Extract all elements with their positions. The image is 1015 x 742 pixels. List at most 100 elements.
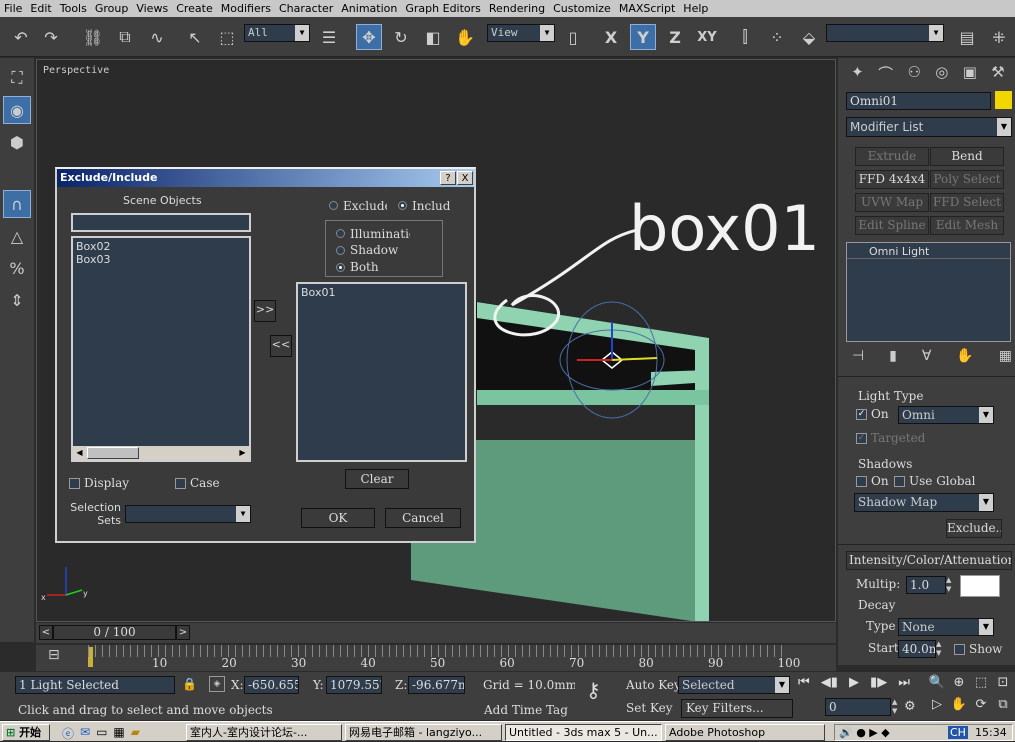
close-button[interactable]: X — [457, 171, 473, 185]
region-select-icon[interactable]: ⬚ — [214, 24, 240, 50]
x-coordinate-field[interactable]: -650.655 — [244, 676, 299, 694]
hierarchy-tab-icon[interactable]: ⚇ — [907, 63, 920, 85]
create-tab-icon[interactable]: ✦ — [851, 63, 864, 85]
angle-snap-icon[interactable]: △ — [3, 222, 31, 250]
array-icon[interactable]: ⁘ — [764, 24, 790, 50]
clock[interactable]: 15:34 — [975, 726, 1007, 739]
horizontal-scrollbar[interactable]: ◀ ▶ — [73, 446, 249, 460]
desktop-icon[interactable]: ▭ — [96, 725, 107, 741]
box-icon[interactable]: ⬢ — [3, 128, 31, 156]
frame-spinner[interactable]: ▲ ▼ — [892, 698, 901, 716]
percent-snap-icon[interactable]: % — [3, 254, 31, 282]
snap-2-5-icon[interactable]: ∩ — [3, 190, 31, 218]
selection-sets-dropdown[interactable]: ▼ — [125, 505, 251, 523]
select-by-name-icon[interactable]: ☰ — [316, 24, 342, 50]
decay-type-dropdown[interactable]: None ▼ — [898, 618, 994, 636]
named-selection-dropdown[interactable]: ▼ — [826, 24, 944, 42]
mod-button-extrude[interactable]: Extrude — [855, 147, 929, 166]
mod-button-bend[interactable]: Bend — [930, 147, 1004, 166]
transform-mode-icon[interactable]: ◈ — [209, 676, 225, 692]
axis-z-button[interactable]: Z — [662, 24, 688, 50]
clear-button[interactable]: Clear — [345, 469, 409, 489]
zoom-all-icon[interactable]: ⊕ — [948, 675, 970, 697]
arc-rotate-icon[interactable]: ⟳ — [970, 697, 992, 719]
mod-button-ffd[interactable]: FFD 4x4x4 — [855, 170, 929, 189]
exclude-radio[interactable]: Exclude — [329, 198, 387, 213]
make-unique-icon[interactable]: ∀ — [922, 348, 932, 368]
axis-xy-button[interactable]: XY — [694, 24, 720, 50]
auto-key-selection-dropdown[interactable]: Selected ▼ — [678, 676, 790, 694]
previous-frame-icon[interactable]: ◀▮ — [821, 675, 838, 695]
help-button[interactable]: ? — [440, 171, 456, 185]
link-icon[interactable]: ⛓ — [80, 24, 106, 50]
menu-item-create[interactable]: Create — [172, 2, 217, 15]
pivot-center-icon[interactable]: ▯ — [560, 24, 586, 50]
display-tab-icon[interactable]: ▣ — [963, 63, 977, 85]
menu-item-graph-editors[interactable]: Graph Editors — [401, 2, 485, 15]
menu-item-file[interactable]: File — [0, 2, 26, 15]
exclude-button[interactable]: Exclude.. — [946, 519, 1002, 538]
language-indicator[interactable]: CH — [948, 726, 968, 739]
show-checkbox[interactable]: Show — [954, 642, 1002, 656]
ie-icon[interactable]: ⓔ — [62, 725, 74, 741]
include-radio[interactable]: Include — [398, 198, 450, 213]
lock-icon[interactable]: 🔒 — [182, 677, 197, 691]
light-type-dropdown[interactable]: Omni ▼ — [898, 406, 994, 424]
time-slider[interactable]: < 0 / 100 > — [36, 623, 836, 643]
time-prev-button[interactable]: < — [39, 625, 53, 640]
remove-modifier-icon[interactable]: ✋ — [956, 348, 973, 368]
mod-button-poly-select[interactable]: Poly Select — [930, 170, 1004, 189]
key-icon[interactable]: ⚷ — [586, 678, 620, 708]
pan-icon[interactable]: ✋ — [948, 697, 970, 719]
menu-item-group[interactable]: Group — [91, 2, 133, 15]
menu-item-animation[interactable]: Animation — [337, 2, 401, 15]
spinner-snap-icon[interactable]: ⇕ — [3, 286, 31, 314]
case-checkbox[interactable]: Case — [175, 476, 220, 490]
menu-item-rendering[interactable]: Rendering — [485, 2, 549, 15]
list-item[interactable]: Box03 — [76, 253, 246, 266]
object-color-swatch[interactable] — [995, 91, 1012, 109]
zoom-icon[interactable]: 🔍 — [926, 675, 948, 697]
targeted-checkbox[interactable]: ✓ Targeted — [856, 431, 925, 445]
task-forum[interactable]: 室内人-室内设计论坛-... — [186, 724, 342, 741]
app-icon[interactable]: ▦ — [113, 725, 124, 741]
move-icon[interactable]: ✥ — [356, 24, 382, 50]
task-email[interactable]: 网易电子邮箱 - langziyo... — [345, 724, 502, 741]
bind-spacewarp-icon[interactable]: ∿ — [144, 24, 170, 50]
shadow-type-dropdown[interactable]: Shadow Map ▼ — [854, 493, 994, 512]
track-bar[interactable]: ⊟ 10 20 30 40 50 60 70 80 90 100 — [36, 645, 836, 671]
reference-coord-dropdown[interactable]: View ▼ — [487, 24, 555, 42]
time-slider-thumb[interactable]: 0 / 100 — [53, 625, 176, 640]
light-color-swatch[interactable] — [960, 575, 1000, 597]
menu-item-maxscript[interactable]: MAXScript — [615, 2, 679, 15]
unlink-icon[interactable]: ⧉ — [112, 24, 138, 50]
zoom-extents-all-icon[interactable]: ⊡ — [992, 675, 1014, 697]
included-objects-list[interactable]: Box01 — [296, 282, 467, 462]
menu-item-help[interactable]: Help — [679, 2, 712, 15]
fov-icon[interactable]: ▷ — [926, 697, 948, 719]
configure-modifiers-icon[interactable]: ▦ — [999, 348, 1012, 368]
start-button[interactable]: ⊞ 开始 — [2, 724, 50, 741]
mod-button-ffd-select[interactable]: FFD Select — [930, 193, 1004, 212]
illumination-radio[interactable]: Illumination — [336, 226, 410, 241]
time-next-button[interactable]: > — [176, 625, 190, 640]
align-icon[interactable]: ⬙ — [796, 24, 822, 50]
modifier-list-dropdown[interactable]: Modifier List ▼ — [846, 117, 1012, 137]
list-item[interactable]: Box01 — [301, 286, 462, 299]
folder-icon[interactable]: ▰ — [131, 725, 140, 741]
layer-icon[interactable]: ▤ — [954, 24, 980, 50]
key-filters-button[interactable]: Key Filters... — [681, 699, 793, 718]
play-icon[interactable]: ▶ — [849, 675, 859, 695]
auto-key-button[interactable]: Auto Key — [626, 678, 681, 692]
y-coordinate-field[interactable]: 1079.557 — [326, 676, 382, 694]
multiplier-field[interactable]: 1.0 — [906, 576, 946, 594]
both-radio[interactable]: Both — [336, 260, 379, 274]
mod-button-edit-mesh[interactable]: Edit Mesh — [930, 216, 1004, 235]
decay-start-spinner[interactable]: ▲ ▼ — [936, 640, 945, 658]
outlook-icon[interactable]: ✉ — [80, 725, 90, 741]
menu-item-customize[interactable]: Customize — [549, 2, 615, 15]
menu-item-tools[interactable]: Tools — [56, 2, 91, 15]
multiplier-spinner[interactable]: ▲ ▼ — [946, 576, 955, 594]
set-key-button[interactable]: Set Key — [626, 701, 672, 715]
select-object-icon[interactable]: ↖ — [182, 24, 208, 50]
